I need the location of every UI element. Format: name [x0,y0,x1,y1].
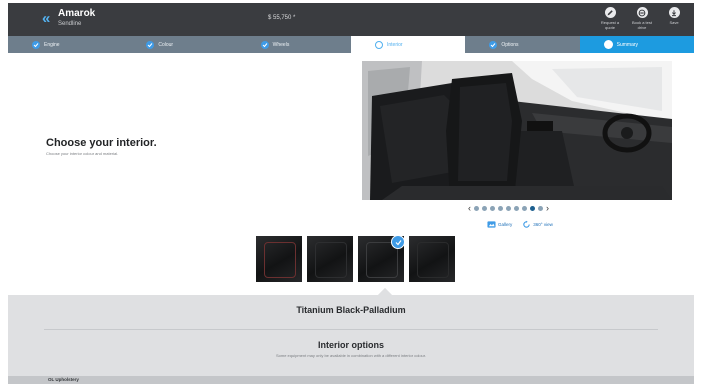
check-icon [32,40,40,49]
save-button[interactable]: Save [662,7,686,30]
top-header: « Amarok Sendline $ 55,750 * Request a q… [8,3,694,36]
check-icon [260,40,269,49]
steering-wheel-icon [636,7,648,18]
tab-options-label: Options [501,41,519,48]
tab-wheels[interactable]: Wheels [237,36,351,53]
gallery-label: Gallery [498,222,513,227]
interior-swatch[interactable] [307,236,353,282]
pager-dot[interactable] [522,205,527,211]
interior-options-title: Interior options [318,340,384,350]
test-drive-label: Book a test drive [631,20,652,30]
price-display: $ 55,750 * [268,15,296,21]
selected-check-icon [391,236,404,249]
page-title: Choose your interior. [46,137,157,149]
circle-icon [374,40,383,49]
interior-options-note: Some equipment may only be available in … [275,353,426,358]
header-actions: Request a quote Book a test drive Save [598,7,686,30]
edit-icon [604,7,616,18]
view-360-label: 360° view [533,222,553,227]
interior-details-panel: Titanium Black-Palladium Interior option… [8,287,694,384]
view-links: Gallery 360° view [487,220,553,229]
tab-options[interactable]: Options [465,36,579,53]
interior-swatch[interactable] [409,236,455,282]
tab-colour-label: Colour [158,41,174,48]
pager-dot[interactable] [474,205,479,211]
gallery-pager: ‹ › [468,204,549,213]
car-icon [603,40,613,49]
tab-engine[interactable]: Engine [8,36,122,53]
title-block: Amarok Sendline [58,8,95,29]
interior-swatches [256,236,455,282]
chevron-right-icon[interactable]: › [546,204,549,213]
selected-interior-name: Titanium Black-Palladium [296,305,406,315]
upholstery-label: OL Upholstery [48,377,79,382]
pager-dot[interactable] [482,205,487,211]
pager-dot[interactable] [506,205,511,211]
request-quote-label: Request a quote [600,20,620,30]
save-icon [668,7,680,18]
check-icon [146,40,155,49]
tab-engine-label: Engine [44,41,60,48]
rotate-360-icon [523,220,531,228]
divider [44,329,658,330]
interior-swatch-selected[interactable] [358,236,404,282]
gallery-icon [487,221,496,228]
interior-preview-image[interactable] [362,61,672,200]
save-label: Save [669,20,679,25]
tab-summary-label: Summary [616,41,639,48]
chevron-left-icon[interactable]: ‹ [468,204,471,213]
model-name: Amarok [58,8,96,19]
request-quote-button[interactable]: Request a quote [598,7,622,30]
pager-dot[interactable] [498,205,503,211]
pager-dot[interactable] [538,205,543,211]
pager-dot[interactable] [490,205,495,211]
tab-interior[interactable]: Interior [350,36,466,53]
back-chevron-icon[interactable]: « [42,11,56,26]
gallery-button[interactable]: Gallery [487,220,512,229]
upholstery-section-header[interactable]: OL Upholstery [8,376,694,384]
tab-summary[interactable]: Summary [579,36,694,53]
check-icon [489,40,498,49]
model-variant: Sendline [58,21,82,27]
step-navigation: Engine Colour Wheels Interior Options Su… [8,36,694,53]
page-subtitle: Choose your interior colour and material… [46,151,119,156]
interior-swatch[interactable] [256,236,302,282]
test-drive-button[interactable]: Book a test drive [630,7,654,30]
tab-wheels-label: Wheels [272,41,290,48]
tab-interior-label: Interior [386,41,403,48]
tab-colour[interactable]: Colour [122,36,236,53]
view-360-button[interactable]: 360° view [522,220,553,229]
panel-notch [377,287,393,303]
pager-dot[interactable] [514,205,519,211]
configurator-app: « Amarok Sendline $ 55,750 * Request a q… [8,3,694,384]
pager-dot-active[interactable] [530,205,535,211]
